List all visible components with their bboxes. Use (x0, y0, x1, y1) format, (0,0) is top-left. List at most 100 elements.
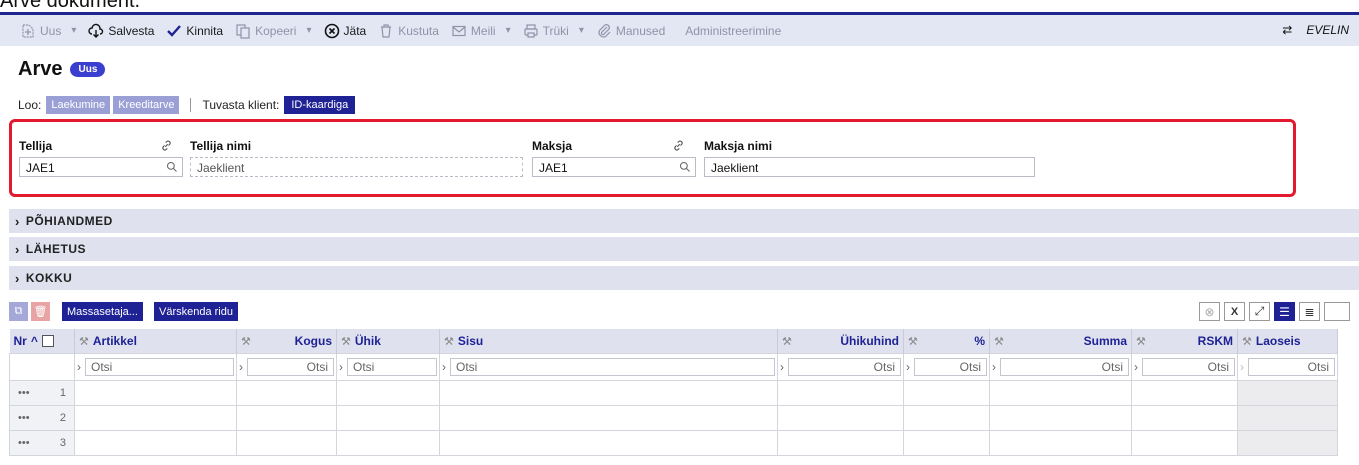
column-header-discount[interactable]: ⚒% (903, 329, 990, 354)
refresh-rows-button[interactable]: Värskenda ridu (154, 302, 238, 321)
search-icon[interactable] (679, 161, 691, 173)
article-cell[interactable] (74, 430, 237, 456)
column-header-quantity[interactable]: ⚒ Kogus (236, 329, 337, 354)
content-cell[interactable] (439, 380, 778, 406)
unit-price-filter-input[interactable]: Otsi (788, 358, 901, 376)
row-menu-icon[interactable]: ••• (18, 387, 30, 399)
table-row[interactable]: ••• 1 (9, 380, 1338, 406)
copy-button-label: Kopeeri (255, 23, 297, 38)
link-icon[interactable] (160, 139, 173, 152)
unit-price-cell[interactable] (777, 380, 904, 406)
column-header-stock[interactable]: ⚒ Laoseis (1237, 329, 1338, 354)
confirm-button[interactable]: Kinnita (166, 23, 223, 39)
content-cell[interactable] (439, 430, 778, 456)
sum-cell[interactable] (989, 430, 1132, 456)
article-cell[interactable] (74, 380, 237, 406)
section-shipping[interactable]: › LÄHETUS (9, 237, 1359, 261)
article-cell[interactable] (74, 405, 237, 431)
chevron-down-icon: ▾ (578, 25, 584, 36)
wrench-icon: ⚒ (241, 335, 251, 348)
admin-button[interactable]: Administreerimine (685, 24, 781, 38)
sum-cell[interactable] (989, 405, 1132, 431)
vat-filter-input[interactable]: Otsi (1142, 358, 1235, 376)
quantity-cell[interactable] (236, 430, 337, 456)
stock-filter-input[interactable]: Otsi (1248, 358, 1335, 376)
customer-name-field: Jaeklient (190, 157, 523, 177)
grid-toolbar: ⧉ 🗑 Massasetaja... Värskenda ridu ⊗ X ⤢ … (9, 302, 1359, 322)
payer-code-input[interactable]: JAE1 (532, 157, 696, 177)
vat-cell[interactable] (1131, 405, 1238, 431)
copy-rows-button[interactable]: ⧉ (9, 302, 28, 321)
print-button[interactable]: Trüki ▾ (523, 23, 584, 39)
discount-cell[interactable] (903, 430, 990, 456)
excel-export-button[interactable]: X (1224, 302, 1245, 321)
column-header-unit[interactable]: ⚒ Ühik (336, 329, 440, 354)
list-view-button[interactable]: ☰ (1274, 302, 1295, 321)
quantity-filter-input[interactable]: Otsi (247, 358, 334, 376)
select-all-checkbox[interactable] (41, 335, 54, 347)
vat-cell[interactable] (1131, 430, 1238, 456)
cancel-button[interactable]: Jäta (324, 23, 366, 39)
link-icon[interactable] (672, 139, 685, 152)
row-menu-icon[interactable]: ••• (18, 437, 30, 449)
unit-cell[interactable] (336, 380, 440, 406)
sum-filter-input[interactable]: Otsi (1000, 358, 1129, 376)
content-cell[interactable] (439, 405, 778, 431)
wrench-icon: ⚒ (1242, 335, 1252, 348)
wrench-icon: ⚒ (908, 335, 918, 348)
quantity-cell[interactable] (236, 380, 337, 406)
attachments-button[interactable]: Manused (596, 23, 665, 39)
unit-cell[interactable] (336, 430, 440, 456)
vat-cell[interactable] (1131, 380, 1238, 406)
customer-code-input[interactable]: JAE1 (19, 157, 183, 177)
table-row[interactable]: ••• 3 (9, 430, 1338, 456)
unit-price-cell[interactable] (777, 405, 904, 431)
delete-button[interactable]: Kustuta (378, 23, 439, 39)
mass-setter-button[interactable]: Massasetaja... (62, 302, 143, 321)
fullscreen-button[interactable]: ⤢ (1249, 302, 1270, 321)
new-button[interactable]: Uus ▾ (20, 23, 76, 39)
quantity-cell[interactable] (236, 405, 337, 431)
column-header-sum[interactable]: ⚒ Summa (989, 329, 1132, 354)
status-badge: Uus (70, 62, 106, 77)
id-card-button[interactable]: ID-kaardiga (284, 96, 356, 114)
column-header-article[interactable]: ⚒ Artikkel (74, 329, 237, 354)
toolbar: Uus ▾ Salvesta Kinnita Kopeeri ▾ Jäta Ku… (0, 15, 1359, 46)
row-menu-icon[interactable]: ••• (18, 412, 30, 424)
column-header-vat[interactable]: ⚒ RSKM (1131, 329, 1238, 354)
payer-name-input[interactable]: Jaeklient (704, 157, 1035, 177)
discount-cell[interactable] (903, 380, 990, 406)
unit-price-cell[interactable] (777, 430, 904, 456)
row-header[interactable]: ••• 1 (9, 380, 75, 406)
column-header-nr[interactable]: Nr ^ (9, 329, 75, 354)
detail-view-button[interactable]: ≣ (1299, 302, 1320, 321)
discount-cell[interactable] (903, 405, 990, 431)
table-row[interactable]: ••• 2 (9, 405, 1338, 431)
create-credit-invoice-button[interactable]: Kreeditarve (113, 96, 180, 114)
mail-button[interactable]: Meili ▾ (451, 23, 511, 39)
search-icon[interactable] (166, 161, 178, 173)
user-menu[interactable]: ⇄ EVELIN (1282, 23, 1349, 37)
trash-icon (381, 23, 392, 38)
content-filter-input[interactable]: Otsi (450, 358, 775, 376)
save-button[interactable]: Salvesta (88, 23, 154, 39)
unit-filter-input[interactable]: Otsi (347, 358, 437, 376)
column-label: Ühikuhind (840, 334, 899, 348)
copy-icon (236, 23, 250, 39)
column-header-content[interactable]: ⚒ Sisu (439, 329, 778, 354)
delete-rows-button[interactable]: 🗑 (31, 302, 50, 321)
row-header[interactable]: ••• 3 (9, 430, 75, 456)
create-receipt-button[interactable]: Laekumine (46, 96, 111, 114)
chevron-right-icon: › (1134, 360, 1138, 374)
unit-cell[interactable] (336, 405, 440, 431)
row-header[interactable]: ••• 2 (9, 405, 75, 431)
sum-cell[interactable] (989, 380, 1132, 406)
discount-filter-input[interactable]: Otsi (914, 358, 987, 376)
column-header-unit-price[interactable]: ⚒ Ühikuhind (777, 329, 904, 354)
article-filter-input[interactable]: Otsi (85, 358, 234, 376)
clear-filter-button[interactable]: ⊗ (1199, 302, 1220, 321)
section-totals[interactable]: › KOKKU (9, 266, 1359, 290)
more-view-button[interactable] (1324, 302, 1350, 321)
copy-button[interactable]: Kopeeri ▾ (235, 23, 312, 39)
section-main-data[interactable]: › PÕHIANDMED (9, 209, 1359, 233)
